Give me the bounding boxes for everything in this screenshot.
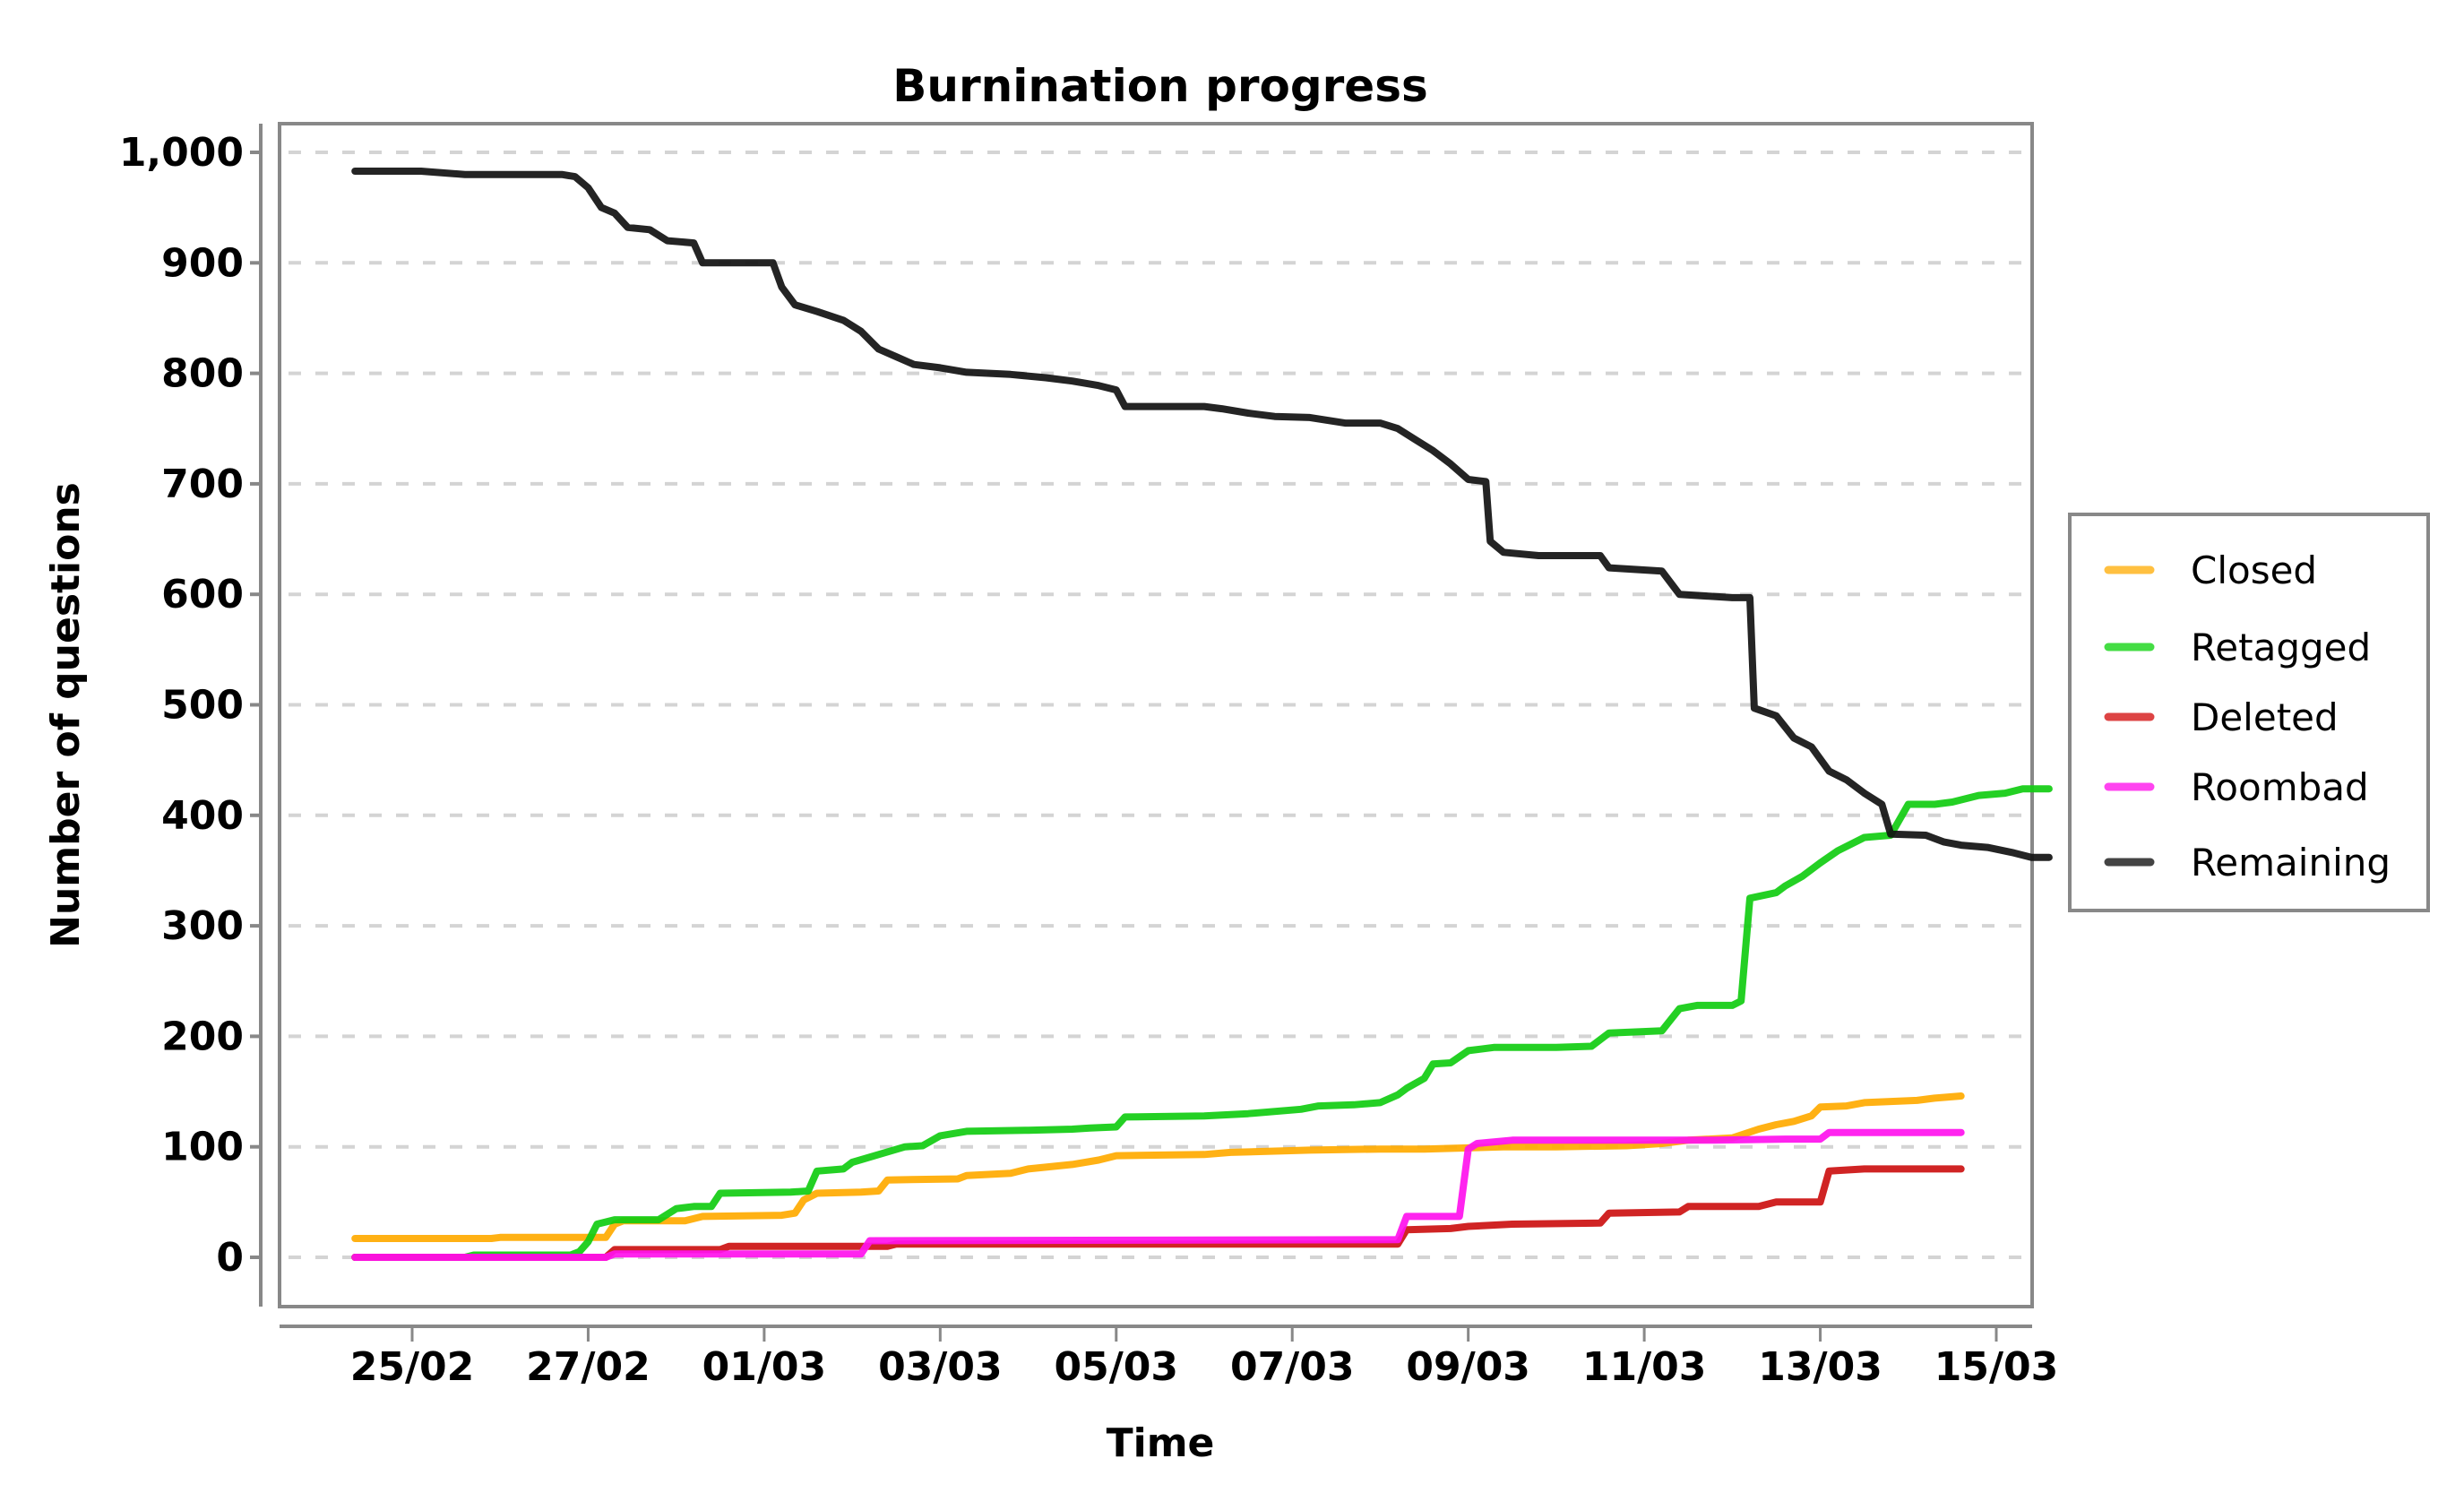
- chart-title: Burnination progress: [892, 60, 1428, 112]
- y-tick-label: 400: [161, 793, 244, 839]
- y-tick-label: 200: [161, 1014, 244, 1059]
- y-tick-label: 700: [161, 462, 244, 507]
- y-tick-label: 900: [161, 240, 244, 286]
- y-tick-label: 1,000: [119, 130, 244, 176]
- x-tick-label: 27/02: [526, 1344, 650, 1390]
- legend-label: Deleted: [2191, 695, 2339, 739]
- y-tick-label: 300: [161, 903, 244, 949]
- x-tick-label: 05/03: [1055, 1344, 1179, 1390]
- legend-label: Closed: [2191, 548, 2317, 592]
- legend-label: Remaining: [2191, 841, 2391, 885]
- x-tick-label: 07/03: [1230, 1344, 1355, 1390]
- y-tick-label: 100: [161, 1125, 244, 1170]
- burnination-chart: Burnination progress 0 100 200 300 400 500 600…: [0, 0, 2464, 1493]
- x-axis-label: Time: [1107, 1420, 1215, 1466]
- y-tick-label: 500: [161, 683, 244, 729]
- legend: Closed Retagged Deleted Roombad Remaining: [2068, 513, 2430, 912]
- x-tick-label: 25/02: [350, 1344, 475, 1390]
- x-tick-label: 09/03: [1406, 1344, 1530, 1390]
- x-tick-label: 11/03: [1582, 1344, 1707, 1390]
- legend-label: Roombad: [2191, 765, 2369, 809]
- y-tick-label: 0: [216, 1235, 244, 1281]
- legend-label: Retagged: [2191, 626, 2371, 669]
- y-axis-label: Number of questions: [43, 482, 89, 948]
- x-tick-label: 15/03: [1934, 1344, 2059, 1390]
- x-tick-label: 01/03: [702, 1344, 827, 1390]
- x-tick-label: 03/03: [878, 1344, 1003, 1390]
- y-tick-label: 800: [161, 351, 244, 397]
- x-tick-label: 13/03: [1758, 1344, 1882, 1390]
- y-tick-label: 600: [161, 572, 244, 617]
